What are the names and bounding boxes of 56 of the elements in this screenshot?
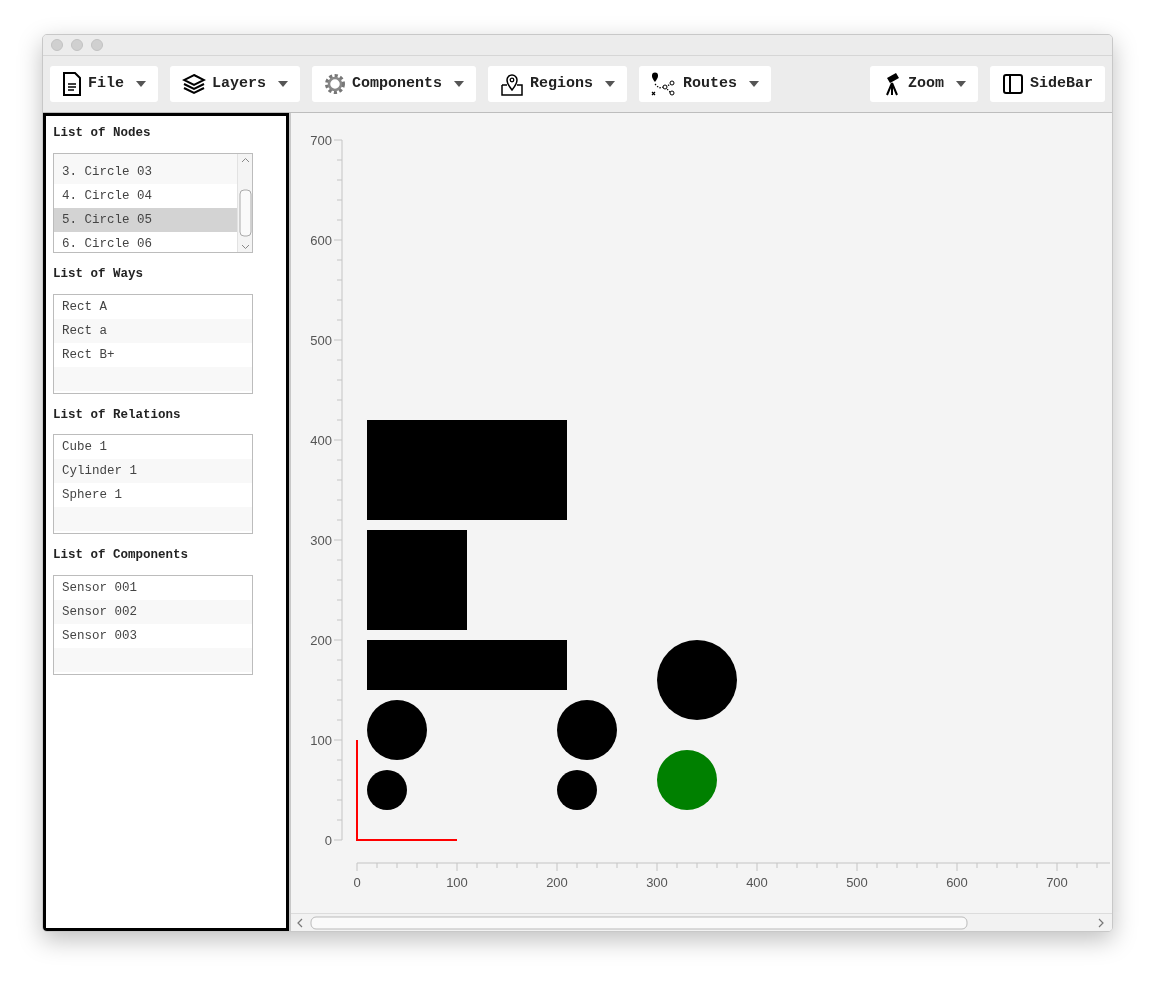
section-heading: List of Relations <box>53 406 182 424</box>
x-tick-label: 600 <box>946 875 968 890</box>
circle-shape <box>657 750 717 810</box>
list-item[interactable]: 6. Circle 06 <box>54 231 237 252</box>
close-window-button[interactable] <box>51 39 63 51</box>
x-tick-label: 0 <box>353 875 361 890</box>
list-item[interactable]: 5. Circle 05 <box>54 207 237 232</box>
y-tick-label: 300 <box>310 533 332 548</box>
circle-shape <box>367 700 427 760</box>
list-item[interactable]: Rect a <box>54 318 252 343</box>
list-item[interactable]: Sphere 1 <box>54 483 252 508</box>
toolbar-button[interactable]: Components <box>312 66 477 102</box>
circle-shape <box>557 700 617 760</box>
document-icon <box>62 72 82 96</box>
y-tick-label: 100 <box>310 733 332 748</box>
list-item[interactable]: 3. Circle 03 <box>54 159 237 184</box>
list-item[interactable]: Cube 1 <box>54 435 252 460</box>
x-tick-label: 400 <box>746 875 768 890</box>
toolbar-button[interactable]: File <box>50 66 158 102</box>
section-heading: List of Nodes <box>53 125 152 142</box>
gear-icon <box>324 73 347 95</box>
y-tick-label: 600 <box>310 233 332 248</box>
list-item[interactable]: 4. Circle 04 <box>54 183 237 208</box>
x-tick-label: 700 <box>1046 875 1068 890</box>
x-tick-label: 100 <box>446 875 468 890</box>
y-tick-label: 500 <box>310 333 332 348</box>
list-item[interactable]: Sensor 002 <box>54 600 252 624</box>
circle-shape <box>367 770 407 810</box>
list-item[interactable]: Sensor 003 <box>54 624 252 648</box>
y-tick-label: 0 <box>324 833 332 848</box>
toolbar-button[interactable]: SideBar <box>990 66 1105 102</box>
horizontal-scrollbar[interactable] <box>291 913 1112 931</box>
list-item[interactable]: Cylinder 1 <box>54 459 252 484</box>
toolbar-button[interactable]: Layers <box>170 66 301 102</box>
x-tick-label: 200 <box>546 875 568 890</box>
map-pin-icon <box>500 72 525 96</box>
toolbar-button[interactable]: Zoom <box>869 66 978 102</box>
layers-icon <box>182 73 206 95</box>
section-heading: List of Ways <box>53 265 144 283</box>
list-item[interactable]: Rect B+ <box>54 342 252 367</box>
vertical-scrollbar[interactable] <box>237 153 252 252</box>
section-heading: List of Components <box>53 547 190 565</box>
toolbar-button[interactable]: Regions <box>488 66 628 102</box>
toolbar-button[interactable]: Routes <box>639 66 772 102</box>
list-item[interactable]: Sensor 001 <box>54 576 252 600</box>
x-tick-label: 300 <box>646 875 668 890</box>
y-tick-label: 400 <box>310 433 332 448</box>
route-icon <box>651 72 678 96</box>
maximize-window-button[interactable] <box>91 39 103 51</box>
y-tick-label: 700 <box>310 133 332 148</box>
list-item[interactable]: Rect A <box>54 294 252 319</box>
x-tick-label: 500 <box>846 875 868 890</box>
minimize-window-button[interactable] <box>71 39 83 51</box>
y-tick-label: 200 <box>310 633 332 648</box>
sidebar-icon <box>1002 73 1024 95</box>
circle-shape <box>557 770 597 810</box>
